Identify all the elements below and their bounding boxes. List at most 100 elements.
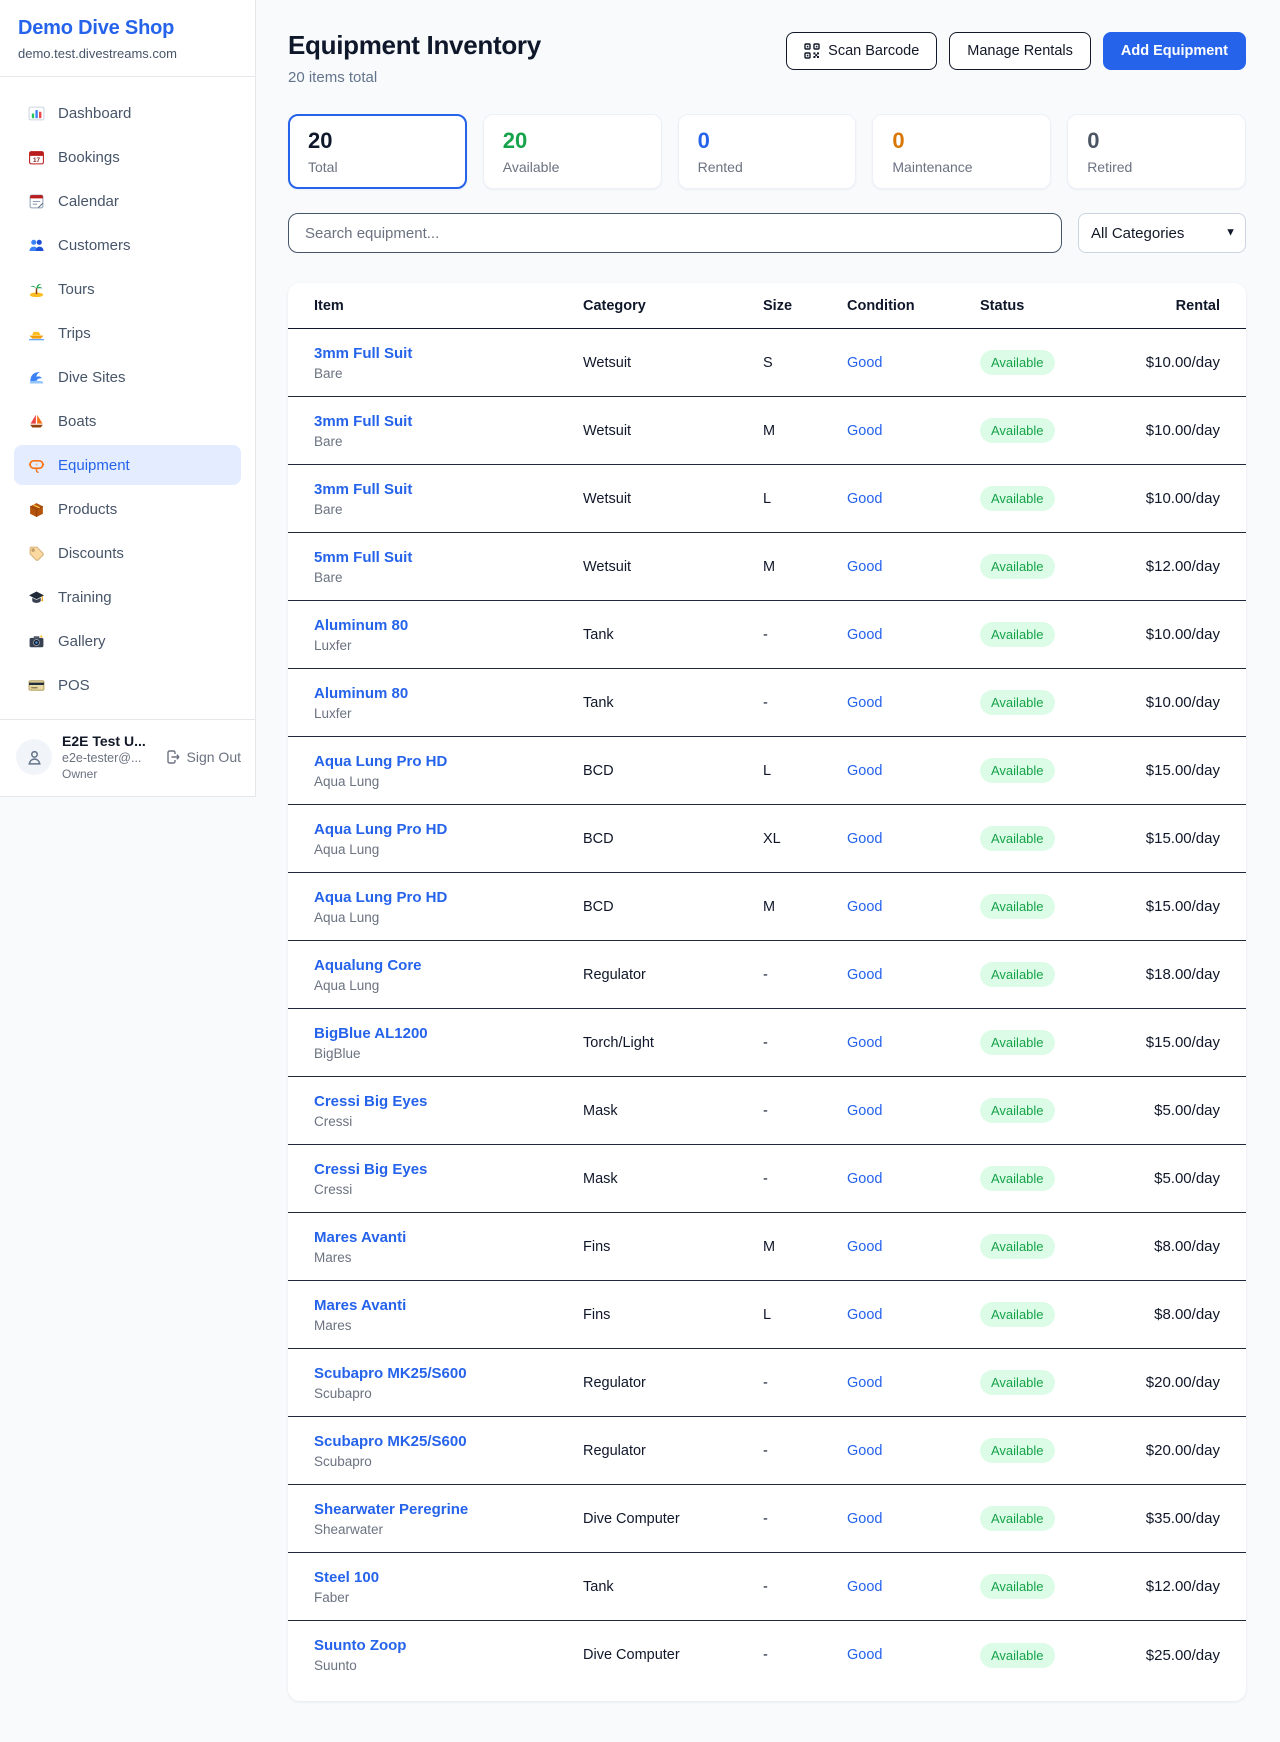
condition-link[interactable]: Good (847, 559, 980, 575)
item-name-link[interactable]: Aqua Lung Pro HD (314, 753, 583, 770)
rental-price-cell: $5.00/day (1125, 1170, 1220, 1187)
item-name-link[interactable]: Cressi Big Eyes (314, 1093, 583, 1110)
sidebar-item-equipment[interactable]: Equipment (14, 445, 241, 485)
user-role: Owner (62, 767, 155, 781)
item-name-link[interactable]: 5mm Full Suit (314, 549, 583, 566)
sidebar-item-calendar[interactable]: Calendar (14, 181, 241, 221)
status-cell: Available (980, 1574, 1125, 1599)
item-name-link[interactable]: Aqua Lung Pro HD (314, 889, 583, 906)
sidebar-item-label: Gallery (58, 633, 106, 650)
sidebar-item-training[interactable]: Training (14, 577, 241, 617)
condition-link[interactable]: Good (847, 1511, 980, 1527)
condition-link[interactable]: Good (847, 1647, 980, 1663)
item-name-link[interactable]: Mares Avanti (314, 1229, 583, 1246)
item-name-link[interactable]: BigBlue AL1200 (314, 1025, 583, 1042)
condition-link[interactable]: Good (847, 1171, 980, 1187)
condition-link[interactable]: Good (847, 695, 980, 711)
filter-row: All Categories ▼ (288, 213, 1246, 253)
user-name: E2E Test U... (62, 733, 155, 749)
category-cell: Dive Computer (583, 1511, 763, 1527)
sign-out-button[interactable]: Sign Out (165, 749, 241, 765)
column-header-size: Size (763, 298, 847, 314)
category-select[interactable]: All Categories (1078, 213, 1246, 253)
condition-link[interactable]: Good (847, 1239, 980, 1255)
condition-link[interactable]: Good (847, 831, 980, 847)
sidebar-item-boats[interactable]: Boats (14, 401, 241, 441)
item-name-link[interactable]: 3mm Full Suit (314, 481, 583, 498)
sidebar-item-customers[interactable]: Customers (14, 225, 241, 265)
sidebar-item-products[interactable]: Products (14, 489, 241, 529)
item-name-link[interactable]: Aqualung Core (314, 957, 583, 974)
size-cell: M (763, 559, 847, 575)
sidebar-item-gallery[interactable]: Gallery (14, 621, 241, 661)
person-icon (25, 748, 44, 767)
item-brand: Scubapro (314, 1386, 583, 1401)
table-row: Mares AvantiMaresFinsLGoodAvailable$8.00… (288, 1281, 1246, 1349)
condition-link[interactable]: Good (847, 423, 980, 439)
stat-card-rented[interactable]: 0Rented (678, 114, 857, 189)
status-badge: Available (980, 1506, 1055, 1531)
item-name-link[interactable]: Aluminum 80 (314, 617, 583, 634)
search-input[interactable] (288, 213, 1062, 253)
stat-card-total[interactable]: 20Total (288, 114, 467, 189)
item-cell: 3mm Full SuitBare (314, 345, 583, 381)
condition-link[interactable]: Good (847, 1443, 980, 1459)
bookings-calendar-icon: 17 (28, 149, 45, 166)
item-cell: Mares AvantiMares (314, 1229, 583, 1265)
trips-speedboat-icon (28, 325, 45, 342)
condition-link[interactable]: Good (847, 1307, 980, 1323)
sidebar-item-dashboard[interactable]: Dashboard (14, 93, 241, 133)
status-badge: Available (980, 758, 1055, 783)
item-name-link[interactable]: Aqua Lung Pro HD (314, 821, 583, 838)
scan-barcode-button[interactable]: Scan Barcode (786, 32, 937, 70)
status-badge: Available (980, 962, 1055, 987)
sidebar-item-trips[interactable]: Trips (14, 313, 241, 353)
condition-link[interactable]: Good (847, 1035, 980, 1051)
item-cell: Steel 100Faber (314, 1569, 583, 1605)
item-name-link[interactable]: Steel 100 (314, 1569, 583, 1586)
item-name-link[interactable]: Aluminum 80 (314, 685, 583, 702)
sign-out-icon (165, 749, 181, 765)
stat-card-available[interactable]: 20Available (483, 114, 662, 189)
item-cell: Shearwater PeregrineShearwater (314, 1501, 583, 1537)
sidebar-item-bookings[interactable]: 17Bookings (14, 137, 241, 177)
item-name-link[interactable]: Scubapro MK25/S600 (314, 1365, 583, 1382)
condition-link[interactable]: Good (847, 491, 980, 507)
rental-price-cell: $5.00/day (1125, 1102, 1220, 1119)
category-cell: Fins (583, 1239, 763, 1255)
condition-link[interactable]: Good (847, 967, 980, 983)
item-cell: Cressi Big EyesCressi (314, 1093, 583, 1129)
condition-link[interactable]: Good (847, 355, 980, 371)
item-name-link[interactable]: 3mm Full Suit (314, 413, 583, 430)
condition-link[interactable]: Good (847, 1579, 980, 1595)
sidebar-item-pos[interactable]: POS (14, 665, 241, 705)
manage-rentals-button[interactable]: Manage Rentals (949, 32, 1091, 70)
condition-link[interactable]: Good (847, 1375, 980, 1391)
sidebar-item-discounts[interactable]: Discounts (14, 533, 241, 573)
item-name-link[interactable]: Scubapro MK25/S600 (314, 1433, 583, 1450)
sidebar-item-dive-sites[interactable]: Dive Sites (14, 357, 241, 397)
category-cell: Wetsuit (583, 491, 763, 507)
svg-text:17: 17 (33, 156, 41, 163)
add-equipment-button[interactable]: Add Equipment (1103, 32, 1246, 70)
condition-link[interactable]: Good (847, 899, 980, 915)
condition-link[interactable]: Good (847, 1103, 980, 1119)
stat-card-maintenance[interactable]: 0Maintenance (872, 114, 1051, 189)
item-name-link[interactable]: 3mm Full Suit (314, 345, 583, 362)
condition-link[interactable]: Good (847, 627, 980, 643)
table-row: Aluminum 80LuxferTank-GoodAvailable$10.0… (288, 601, 1246, 669)
table-row: 3mm Full SuitBareWetsuitMGoodAvailable$1… (288, 397, 1246, 465)
condition-link[interactable]: Good (847, 763, 980, 779)
sidebar-item-tours[interactable]: Tours (14, 269, 241, 309)
rental-price-cell: $20.00/day (1125, 1374, 1220, 1391)
item-name-link[interactable]: Suunto Zoop (314, 1637, 583, 1654)
item-name-link[interactable]: Cressi Big Eyes (314, 1161, 583, 1178)
header-actions: Scan Barcode Manage Rentals Add Equipmen… (786, 30, 1246, 70)
scan-barcode-label: Scan Barcode (828, 43, 919, 59)
equipment-mask-icon (28, 457, 45, 474)
item-name-link[interactable]: Mares Avanti (314, 1297, 583, 1314)
brand-name[interactable]: Demo Dive Shop (18, 17, 237, 40)
stat-card-retired[interactable]: 0Retired (1067, 114, 1246, 189)
item-name-link[interactable]: Shearwater Peregrine (314, 1501, 583, 1518)
category-cell: Fins (583, 1307, 763, 1323)
